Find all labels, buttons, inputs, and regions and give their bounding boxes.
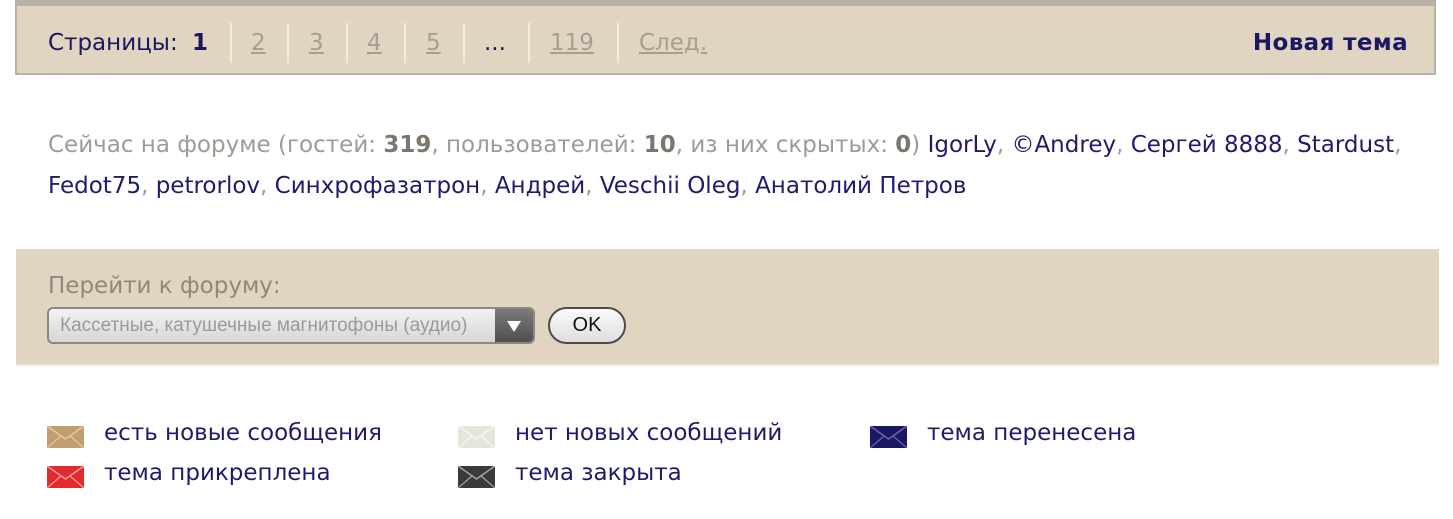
legend-label: тема закрыта	[515, 460, 682, 486]
user-count: 10	[643, 132, 676, 158]
page-link-3[interactable]: 3	[309, 30, 324, 56]
online-user-link[interactable]: Андрей	[495, 173, 585, 199]
ok-button[interactable]: OK	[548, 307, 626, 344]
legend-label: нет новых сообщений	[515, 420, 783, 446]
envelope-moved-icon	[870, 426, 907, 448]
envelope-pinned-icon	[47, 466, 84, 488]
pagination-bar: Страницы: 1 2 3 4 5 ... 119 След. Новая …	[15, 0, 1436, 75]
forum-select-value: Кассетные, катушечные магнитофоны (аудио…	[60, 315, 468, 336]
online-prefix: Сейчас на форуме (гостей:	[48, 132, 384, 158]
hidden-count: 0	[895, 132, 912, 158]
pagination-divider	[230, 23, 232, 63]
online-users-text: , пользователей:	[431, 132, 644, 158]
pagination-divider	[287, 23, 289, 63]
online-user-link[interactable]: Синхрофазатрон	[275, 173, 481, 199]
pagination-label: Страницы:	[48, 30, 178, 56]
pagination-divider	[463, 23, 465, 63]
online-user-link[interactable]: Stardust	[1297, 132, 1394, 158]
online-user-link[interactable]: Fedot75	[48, 173, 141, 199]
envelope-no-new-icon	[458, 426, 495, 448]
forum-jump-label: Перейти к форуму:	[48, 273, 281, 299]
online-user-link[interactable]: Veschii Oleg	[600, 173, 741, 199]
online-user-link[interactable]: IgorLy	[928, 132, 997, 158]
online-user-link[interactable]: petrorlov	[156, 173, 260, 199]
new-topic-link[interactable]: Новая тема	[1253, 30, 1408, 56]
online-users-block: Сейчас на форуме (гостей: 319, пользоват…	[48, 132, 1402, 199]
chevron-down-icon[interactable]	[495, 309, 533, 342]
pagination-divider	[346, 23, 348, 63]
page-link-5[interactable]: 5	[426, 30, 441, 56]
pagination-ellipsis: ...	[484, 30, 506, 56]
online-user-link[interactable]: ©Andrey	[1011, 132, 1116, 158]
envelope-closed-icon	[458, 466, 495, 488]
next-page-link[interactable]: След.	[639, 30, 707, 56]
legend-label: тема перенесена	[927, 420, 1137, 446]
online-hidden-text: , из них скрытых:	[675, 132, 896, 158]
forum-jump-panel: Перейти к форуму: Кассетные, катушечные …	[16, 249, 1439, 366]
pagination-divider	[528, 23, 530, 63]
envelope-new-icon	[47, 426, 84, 448]
pagination-divider	[404, 23, 406, 63]
legend-label: есть новые сообщения	[104, 420, 382, 446]
guest-count: 319	[383, 132, 432, 158]
online-user-link[interactable]: Сергей 8888	[1131, 132, 1283, 158]
page-link-4[interactable]: 4	[367, 30, 382, 56]
legend-label: тема прикреплена	[104, 460, 331, 486]
forum-select[interactable]: Кассетные, катушечные магнитофоны (аудио…	[47, 307, 535, 344]
page-link-last[interactable]: 119	[550, 30, 594, 56]
pagination-divider	[617, 23, 619, 63]
page-link-2[interactable]: 2	[251, 30, 266, 56]
page-current: 1	[192, 30, 209, 56]
online-user-link[interactable]: Анатолий Петров	[755, 173, 966, 199]
online-close-paren: )	[911, 132, 921, 158]
